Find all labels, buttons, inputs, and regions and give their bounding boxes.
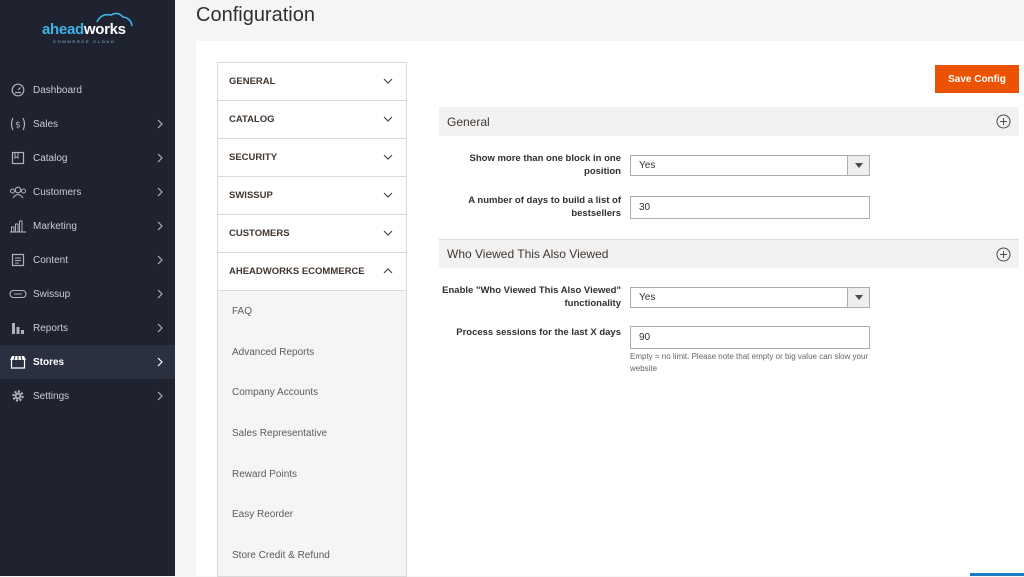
- config-subitems: FAQ Advanced Reports Company Accounts Sa…: [218, 291, 406, 576]
- expand-plus-icon: [996, 247, 1011, 262]
- stores-icon: [9, 354, 27, 370]
- config-section-label: CATALOG: [229, 114, 275, 125]
- menu-label-settings: Settings: [33, 390, 70, 402]
- chevron-down-icon: [383, 78, 393, 84]
- menu-item-settings[interactable]: Settings: [0, 379, 175, 413]
- config-section-label: SWISSUP: [229, 190, 273, 201]
- chevron-right-icon: [157, 187, 163, 197]
- chevron-right-icon: [157, 289, 163, 299]
- chevron-down-icon: [383, 154, 393, 160]
- menu-item-customers[interactable]: Customers: [0, 175, 175, 209]
- process-sessions-input[interactable]: 90: [630, 326, 870, 349]
- logo-text-ahead: ahead: [42, 21, 84, 38]
- process-sessions-note: Empty = no limit. Please note that empty…: [630, 352, 869, 373]
- reports-icon: [9, 320, 27, 336]
- dollar-icon: $: [9, 116, 27, 132]
- config-subitem-store-credit-refund[interactable]: Store Credit & Refund: [218, 535, 406, 576]
- config-section-aheadworks-ecommerce[interactable]: AHEADWORKS ECOMMERCE: [218, 253, 406, 291]
- menu-label-stores: Stores: [33, 356, 65, 368]
- config-section-label: SECURITY: [229, 152, 278, 163]
- field-label-process-sessions: Process sessions for the last X days: [456, 327, 621, 338]
- config-subitem-easy-reorder[interactable]: Easy Reorder: [218, 494, 406, 535]
- show-more-blocks-select[interactable]: Yes: [630, 155, 870, 176]
- menu-item-swissup[interactable]: Swissup: [0, 277, 175, 311]
- admin-menu: Dashboard $ Sales Catalog Customers Mark…: [0, 73, 175, 413]
- config-section-label: GENERAL: [229, 76, 276, 87]
- config-section-general[interactable]: GENERAL: [218, 63, 406, 101]
- marketing-icon: [9, 218, 27, 234]
- chevron-right-icon: [157, 221, 163, 231]
- chevron-right-icon: [157, 119, 163, 129]
- config-section-customers[interactable]: CUSTOMERS: [218, 215, 406, 253]
- config-section-label: AHEADWORKS ECOMMERCE: [229, 266, 365, 277]
- chevron-right-icon: [157, 153, 163, 163]
- chevron-right-icon: [157, 391, 163, 401]
- chevron-down-icon: [383, 192, 393, 198]
- select-arrow: [847, 156, 869, 175]
- swissup-icon: [9, 286, 27, 302]
- config-subitem-reward-points[interactable]: Reward Points: [218, 454, 406, 495]
- bestseller-days-input[interactable]: 30: [630, 196, 870, 219]
- config-subitem-faq[interactable]: FAQ: [218, 291, 406, 332]
- menu-item-marketing[interactable]: Marketing: [0, 209, 175, 243]
- menu-label-content: Content: [33, 254, 69, 266]
- chevron-down-icon: [383, 230, 393, 236]
- customers-icon: [9, 184, 27, 200]
- config-tabs-nav: GENERAL CATALOG SECURITY SWISSUP CUSTOME…: [217, 62, 407, 577]
- config-subitem-sales-representative[interactable]: Sales Representative: [218, 413, 406, 454]
- caret-down-icon: [854, 294, 863, 300]
- select-arrow: [847, 288, 869, 307]
- config-content: GENERAL CATALOG SECURITY SWISSUP CUSTOME…: [196, 41, 1024, 577]
- enable-who-viewed-select[interactable]: Yes: [630, 287, 870, 308]
- menu-label-sales: Sales: [33, 118, 59, 130]
- menu-label-swissup: Swissup: [33, 288, 71, 300]
- dashboard-icon: [9, 82, 27, 98]
- chevron-down-icon: [383, 116, 393, 122]
- logo-text-works: works: [83, 21, 126, 38]
- menu-label-reports: Reports: [33, 322, 69, 334]
- group-header-general[interactable]: General: [439, 107, 1019, 136]
- config-section-label: CUSTOMERS: [229, 228, 290, 239]
- expand-plus-icon: [996, 114, 1011, 129]
- menu-item-catalog[interactable]: Catalog: [0, 141, 175, 175]
- menu-label-dashboard: Dashboard: [33, 84, 82, 96]
- aheadworks-logo[interactable]: aheadworks COMMERCE CLOUD: [35, 12, 135, 48]
- config-subitem-company-accounts[interactable]: Company Accounts: [218, 372, 406, 413]
- menu-item-stores[interactable]: Stores: [0, 345, 175, 379]
- admin-sidebar: aheadworks COMMERCE CLOUD Dashboard $ Sa…: [0, 0, 175, 576]
- config-section-security[interactable]: SECURITY: [218, 139, 406, 177]
- catalog-icon: [9, 150, 27, 166]
- field-label-enable-who-viewed: Enable "Who Viewed This Also Viewed" fun…: [442, 285, 621, 309]
- content-icon: [9, 252, 27, 268]
- svg-text:$: $: [15, 121, 21, 131]
- menu-item-content[interactable]: Content: [0, 243, 175, 277]
- field-label-show-more-blocks: Show more than one block in one position: [469, 153, 622, 177]
- chevron-right-icon: [157, 323, 163, 333]
- select-value: Yes: [639, 292, 656, 303]
- config-subitem-advanced-reports[interactable]: Advanced Reports: [218, 332, 406, 373]
- chevron-right-icon: [157, 255, 163, 265]
- gear-icon: [9, 388, 27, 404]
- chevron-right-icon: [157, 357, 163, 367]
- group-header-who-viewed[interactable]: Who Viewed This Also Viewed: [439, 239, 1019, 268]
- page-title: Configuration: [196, 4, 315, 26]
- menu-label-customers: Customers: [33, 186, 82, 198]
- menu-label-catalog: Catalog: [33, 152, 68, 164]
- menu-label-marketing: Marketing: [33, 220, 77, 232]
- group-title: Who Viewed This Also Viewed: [447, 247, 609, 261]
- config-section-swissup[interactable]: SWISSUP: [218, 177, 406, 215]
- select-value: Yes: [639, 160, 656, 171]
- config-section-catalog[interactable]: CATALOG: [218, 101, 406, 139]
- chevron-up-icon: [383, 268, 393, 274]
- logo-tagline: COMMERCE CLOUD: [53, 39, 116, 44]
- menu-item-dashboard[interactable]: Dashboard: [0, 73, 175, 107]
- caret-down-icon: [854, 162, 863, 168]
- save-config-button[interactable]: Save Config: [935, 65, 1019, 93]
- field-label-bestseller-days: A number of days to build a list of best…: [468, 195, 621, 219]
- group-title: General: [447, 114, 490, 129]
- menu-item-reports[interactable]: Reports: [0, 311, 175, 345]
- menu-item-sales[interactable]: $ Sales: [0, 107, 175, 141]
